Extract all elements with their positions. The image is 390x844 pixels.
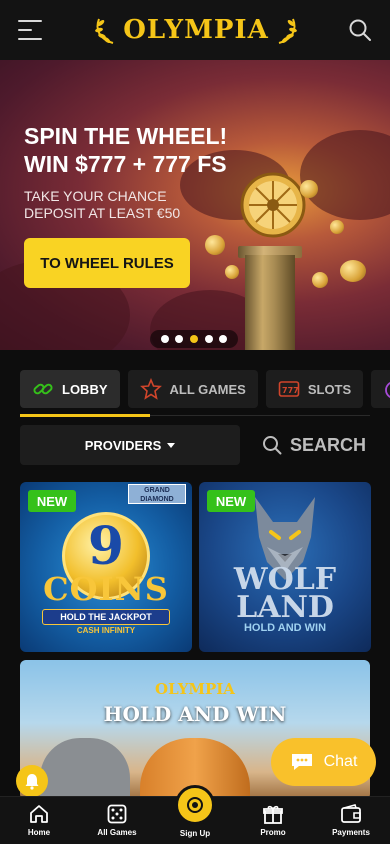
wheel-rules-button[interactable]: TO WHEEL RULES bbox=[24, 238, 190, 288]
carousel-dot-active[interactable] bbox=[189, 335, 198, 343]
banner-subtitle: TAKE YOUR CHANCE DEPOSIT AT LEAST €50 bbox=[24, 188, 181, 221]
top-header: OLYMPIA bbox=[0, 0, 390, 60]
nav-label: All Games bbox=[97, 828, 137, 837]
nav-label: Sign Up bbox=[179, 829, 211, 838]
game-title: WOLF LAND bbox=[233, 562, 337, 625]
carousel-dot[interactable] bbox=[160, 335, 169, 343]
nav-home[interactable]: Home bbox=[9, 803, 69, 837]
coin-number: 9 bbox=[87, 516, 125, 577]
tab-label: LOBBY bbox=[62, 381, 108, 397]
promo-banner[interactable]: SPIN THE WHEEL! WIN $777 + 777 FS TAKE Y… bbox=[0, 60, 390, 350]
carousel-dot[interactable] bbox=[175, 335, 184, 343]
chat-button[interactable]: Chat bbox=[271, 738, 376, 786]
coin-icon bbox=[300, 180, 318, 198]
app-page: OLYMPIA SPIN THE WHEEL! WIN $777 + 777 F… bbox=[0, 0, 390, 844]
coin-icon bbox=[225, 265, 239, 279]
cloud-shape bbox=[300, 130, 390, 220]
carousel-dots bbox=[150, 330, 238, 348]
nav-label: Promo bbox=[260, 828, 286, 837]
site-logo[interactable]: OLYMPIA bbox=[93, 15, 299, 45]
nav-payments[interactable]: Payments bbox=[321, 803, 381, 837]
tab-halloween[interactable] bbox=[371, 370, 390, 408]
banner-title: SPIN THE WHEEL! WIN $777 + 777 FS bbox=[24, 123, 228, 177]
fortune-wheel-icon bbox=[240, 172, 306, 238]
carousel-dot[interactable] bbox=[219, 335, 228, 343]
nav-all-games[interactable]: All Games bbox=[87, 803, 147, 837]
tab-slots[interactable]: 777 SLOTS bbox=[265, 370, 364, 408]
category-tabs: LOBBY ALL GAMES 777 SLOTS bbox=[20, 370, 390, 408]
providers-dropdown[interactable]: PROVIDERS bbox=[20, 425, 240, 465]
laurel-left-icon bbox=[95, 18, 114, 44]
bell-icon bbox=[25, 774, 39, 790]
coin-icon bbox=[340, 260, 366, 282]
new-badge: NEW bbox=[207, 490, 255, 512]
nav-signup[interactable]: Sign Up bbox=[165, 829, 225, 838]
game-card-9-coins[interactable]: GRAND DIAMOND 9 COINS HOLD THE JACKPOT C… bbox=[20, 482, 192, 652]
game-tagline: HOLD THE JACKPOT bbox=[42, 609, 170, 625]
tab-label: SLOTS bbox=[307, 381, 352, 397]
signup-button[interactable] bbox=[175, 785, 215, 825]
chat-bubble-icon bbox=[291, 754, 312, 770]
nav-label: Payments bbox=[332, 828, 370, 837]
active-tab-indicator bbox=[20, 414, 150, 417]
new-badge: NEW bbox=[28, 490, 76, 512]
search-icon bbox=[263, 436, 282, 455]
game-title: HOLD AND WIN bbox=[103, 702, 287, 726]
game-tagline: HOLD AND WIN bbox=[243, 622, 327, 634]
lobby-icon bbox=[33, 383, 53, 395]
logo-text: OLYMPIA bbox=[123, 15, 269, 45]
providers-label: PROVIDERS bbox=[84, 437, 162, 453]
laurel-icon bbox=[187, 797, 203, 813]
coin-icon bbox=[205, 235, 225, 255]
svg-text:777: 777 bbox=[282, 386, 299, 395]
bottom-navigation: Home All Games Sign Up Promo Payments bbox=[0, 785, 390, 844]
notification-bell-button[interactable] bbox=[16, 765, 48, 797]
tab-label: ALL GAMES bbox=[169, 381, 246, 397]
game-title: COINS bbox=[43, 570, 169, 608]
tab-divider bbox=[150, 415, 370, 416]
all-games-icon bbox=[139, 378, 162, 400]
slots-icon: 777 bbox=[278, 381, 300, 397]
coin-icon bbox=[312, 272, 328, 288]
chat-label: Chat bbox=[323, 753, 358, 770]
caret-down-icon bbox=[167, 442, 176, 448]
search-icon[interactable] bbox=[348, 18, 372, 42]
rhino-illustration bbox=[40, 738, 130, 800]
game-card-wolf-land[interactable]: WOLF LAND HOLD AND WIN NEW bbox=[199, 482, 371, 652]
coin-icon bbox=[330, 220, 344, 234]
search-label: SEARCH bbox=[290, 434, 367, 455]
menu-icon[interactable] bbox=[18, 20, 44, 40]
nav-promo[interactable]: Promo bbox=[243, 803, 303, 837]
game-subline: CASH INFINITY bbox=[76, 626, 136, 635]
dice-icon bbox=[107, 804, 127, 824]
grand-diamond-label: GRAND DIAMOND bbox=[128, 484, 186, 504]
nav-label: Home bbox=[27, 828, 51, 837]
game-search-button[interactable]: SEARCH bbox=[262, 425, 366, 465]
home-icon bbox=[30, 805, 48, 823]
carousel-dot[interactable] bbox=[204, 335, 213, 343]
greek-column bbox=[245, 255, 295, 350]
tab-lobby[interactable]: LOBBY bbox=[20, 370, 120, 408]
laurel-right-icon bbox=[278, 18, 297, 44]
wallet-icon bbox=[341, 804, 361, 823]
gift-icon bbox=[263, 805, 283, 824]
tab-all-games[interactable]: ALL GAMES bbox=[127, 370, 258, 408]
halloween-icon bbox=[385, 382, 390, 398]
game-logo: OLYMPIA bbox=[155, 680, 235, 698]
